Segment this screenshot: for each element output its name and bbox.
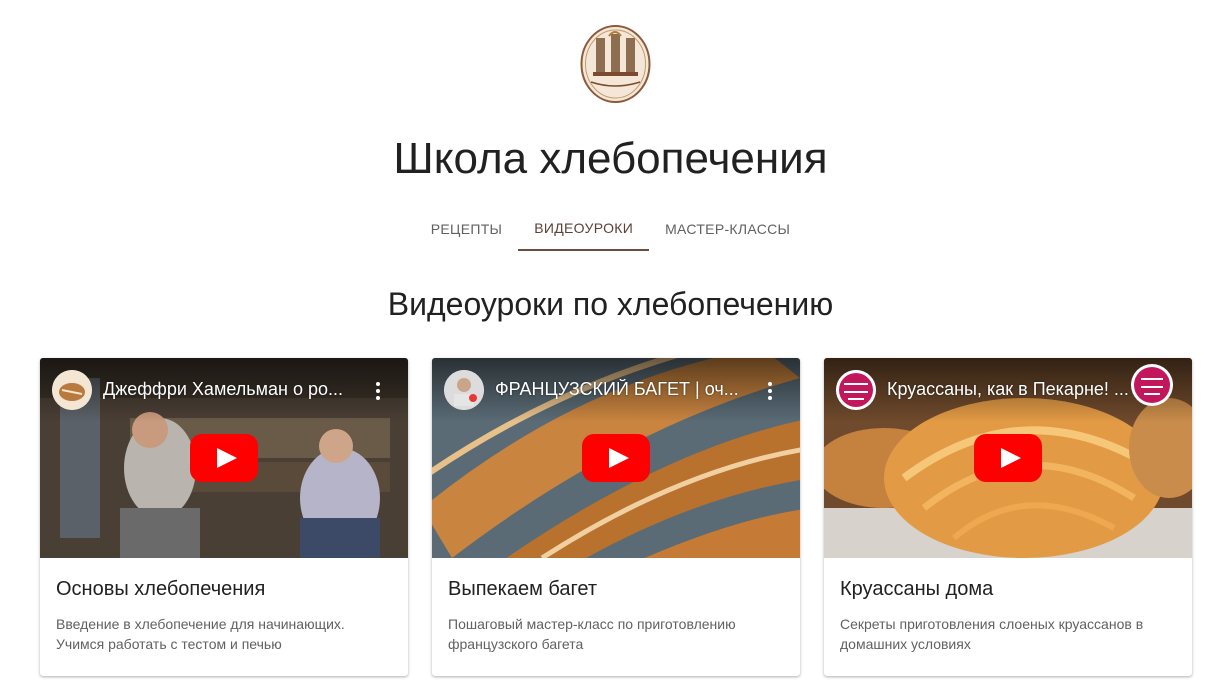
channel-avatar[interactable] xyxy=(52,370,92,410)
video-card: ФРАНЦУЗСКИЙ БАГЕТ | оч... Выпекаем багет… xyxy=(432,358,800,676)
video-title[interactable]: Джеффри Хамельман о ро... xyxy=(103,379,373,400)
more-options-icon[interactable] xyxy=(366,379,390,403)
channel-avatar[interactable] xyxy=(836,370,876,410)
video-embed[interactable]: Круассаны, как в Пекарне! ... xyxy=(824,358,1192,558)
video-embed[interactable]: ФРАНЦУЗСКИЙ БАГЕТ | оч... xyxy=(432,358,800,558)
tab-video-lessons[interactable]: ВИДЕОУРОКИ xyxy=(518,207,650,251)
video-card: Круассаны, как в Пекарне! ... Круассаны … xyxy=(824,358,1192,676)
play-icon[interactable] xyxy=(974,434,1042,482)
card-title: Основы хлебопечения xyxy=(56,578,266,600)
play-icon[interactable] xyxy=(582,434,650,482)
tab-recipes[interactable]: РЕЦЕПТЫ xyxy=(415,207,518,251)
card-description: Введение в хлебопечение для начинающих. … xyxy=(56,616,345,652)
video-embed[interactable]: Джеффри Хамельман о ро... xyxy=(40,358,408,558)
site-title: Школа хлебопечения xyxy=(393,134,828,183)
tab-master-classes[interactable]: МАСТЕР-КЛАССЫ xyxy=(649,207,806,251)
card-title: Круассаны дома xyxy=(840,578,994,600)
channel-avatar[interactable] xyxy=(444,370,484,410)
video-title[interactable]: ФРАНЦУЗСКИЙ БАГЕТ | оч... xyxy=(495,379,765,400)
card-description: Секреты приготовления слоеных круассанов… xyxy=(840,616,1144,652)
play-icon[interactable] xyxy=(190,434,258,482)
card-title: Выпекаем багет xyxy=(448,578,598,600)
channel-watermark xyxy=(1131,364,1173,406)
more-options-icon[interactable] xyxy=(758,379,782,403)
site-logo[interactable] xyxy=(579,24,652,104)
nav-tabs: РЕЦЕПТЫ ВИДЕОУРОКИ МАСТЕР-КЛАССЫ xyxy=(0,207,1221,251)
video-card: Джеффри Хамельман о ро... Основы хлебопе… xyxy=(40,358,408,676)
section-title: Видеоуроки по хлебопечению xyxy=(387,286,834,322)
card-description: Пошаговый мастер-класс по приготовлению … xyxy=(448,616,736,652)
video-title[interactable]: Круассаны, как в Пекарне! ... xyxy=(887,379,1157,400)
